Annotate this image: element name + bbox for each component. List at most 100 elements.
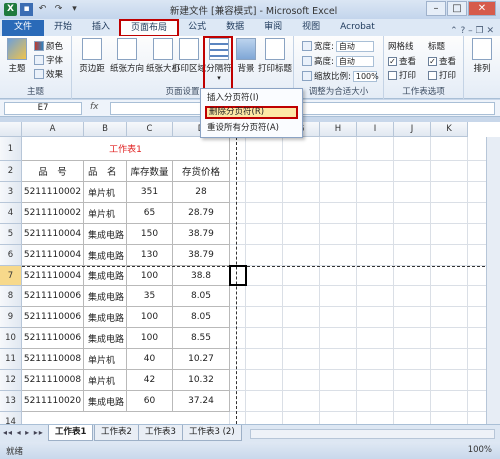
data-cell[interactable]: 5211110004 <box>22 245 84 266</box>
effects-button[interactable]: 效果 <box>34 68 63 80</box>
data-cell[interactable]: 28 <box>173 182 230 203</box>
row-header-2[interactable]: 2 <box>0 161 22 182</box>
data-cell[interactable]: 集成电路 <box>84 266 127 286</box>
spreadsheet-grid[interactable]: ABCDEFGHIJK1234567891011121314工作表1品 号品 名… <box>0 122 500 424</box>
data-cell[interactable]: 5211110002 <box>22 182 84 203</box>
data-cell[interactable]: 5211110008 <box>22 349 84 370</box>
data-cell[interactable]: 65 <box>127 203 173 224</box>
row-header-5[interactable]: 5 <box>0 224 22 245</box>
tab-view[interactable]: 视图 <box>292 20 330 36</box>
sheet-nav-buttons[interactable]: ◂◂ ◂ ▸ ▸▸ <box>3 428 44 437</box>
data-cell[interactable]: 单片机 <box>84 203 127 224</box>
data-cell[interactable]: 集成电路 <box>84 307 127 328</box>
column-header-c[interactable]: C <box>127 122 173 137</box>
data-cell[interactable]: 5211110006 <box>22 328 84 349</box>
data-cell[interactable]: 38.79 <box>173 245 230 266</box>
sheet-title-cell[interactable]: 工作表1 <box>22 137 230 161</box>
row-header-8[interactable]: 8 <box>0 286 22 307</box>
data-cell[interactable]: 集成电路 <box>84 391 127 412</box>
row-header-4[interactable]: 4 <box>0 203 22 224</box>
row-header-3[interactable]: 3 <box>0 182 22 203</box>
row-header-14[interactable]: 14 <box>0 412 22 424</box>
maximize-button[interactable]: □ <box>447 1 467 16</box>
fonts-button[interactable]: 字体 <box>34 54 63 66</box>
data-cell[interactable]: 150 <box>127 224 173 245</box>
data-cell[interactable]: 5211110008 <box>22 370 84 391</box>
height-field[interactable]: 高度: 自动 <box>302 55 374 67</box>
width-field[interactable]: 宽度: 自动 <box>302 40 374 52</box>
column-header-j[interactable]: J <box>394 122 431 137</box>
data-cell[interactable]: 5211110006 <box>22 286 84 307</box>
data-cell[interactable]: 8.55 <box>173 328 230 349</box>
ribbon-help-icons[interactable]: ⌃ ? – ❐ ✕ <box>450 26 500 36</box>
column-header-i[interactable]: I <box>357 122 394 137</box>
data-cell[interactable]: 集成电路 <box>84 245 127 266</box>
header-cell[interactable]: 品 名 <box>84 161 127 182</box>
data-cell[interactable]: 351 <box>127 182 173 203</box>
data-cell[interactable]: 单片机 <box>84 349 127 370</box>
tab-formulas[interactable]: 公式 <box>178 20 216 36</box>
headings-view-checkbox[interactable]: ✓ 查看 <box>428 55 456 67</box>
background-button[interactable]: 背景 <box>234 38 258 74</box>
undo-icon[interactable]: ↶ <box>36 3 49 16</box>
margins-button[interactable]: 页边距 <box>78 38 106 74</box>
data-cell[interactable]: 8.05 <box>173 307 230 328</box>
data-cell[interactable]: 5211110002 <box>22 203 84 224</box>
active-cell-e7[interactable] <box>229 265 247 286</box>
data-cell[interactable]: 38.79 <box>173 224 230 245</box>
print-area-button[interactable]: 打印区域 <box>172 38 206 74</box>
data-cell[interactable]: 5211110006 <box>22 307 84 328</box>
tab-page-layout[interactable]: 页面布局 <box>119 19 180 37</box>
data-cell[interactable]: 60 <box>127 391 173 412</box>
horizontal-scrollbar[interactable] <box>250 429 495 439</box>
row-header-11[interactable]: 11 <box>0 349 22 370</box>
column-header-h[interactable]: H <box>320 122 357 137</box>
header-cell[interactable]: 存货价格 <box>173 161 230 182</box>
column-header-a[interactable]: A <box>22 122 84 137</box>
colors-button[interactable]: 颜色 <box>34 40 63 52</box>
row-header-7[interactable]: 7 <box>0 266 22 286</box>
sheet-tab-1[interactable]: 工作表1 <box>48 425 94 441</box>
data-cell[interactable]: 37.24 <box>173 391 230 412</box>
tab-file[interactable]: 文件 <box>2 20 45 36</box>
data-cell[interactable]: 5211110004 <box>22 266 84 286</box>
data-cell[interactable]: 单片机 <box>84 182 127 203</box>
reset-all-page-breaks-item[interactable]: 重设所有分页符(A) <box>205 122 298 135</box>
headings-print-checkbox[interactable]: 打印 <box>428 69 456 81</box>
data-cell[interactable]: 100 <box>127 328 173 349</box>
row-header-12[interactable]: 12 <box>0 370 22 391</box>
sheet-tab-3[interactable]: 工作表3 <box>138 425 183 441</box>
header-cell[interactable]: 库存数量 <box>127 161 173 182</box>
data-cell[interactable]: 10.27 <box>173 349 230 370</box>
data-cell[interactable]: 单片机 <box>84 370 127 391</box>
data-cell[interactable]: 42 <box>127 370 173 391</box>
vertical-scrollbar[interactable] <box>486 137 500 424</box>
data-cell[interactable]: 集成电路 <box>84 224 127 245</box>
row-header-9[interactable]: 9 <box>0 307 22 328</box>
save-icon[interactable]: ▪ <box>20 3 33 16</box>
data-cell[interactable]: 集成电路 <box>84 286 127 307</box>
select-all-corner[interactable] <box>0 122 22 137</box>
insert-page-break-item[interactable]: 插入分页符(I) <box>205 92 298 105</box>
data-cell[interactable]: 100 <box>127 266 173 286</box>
row-header-1[interactable]: 1 <box>0 137 22 161</box>
tab-data[interactable]: 数据 <box>216 20 254 36</box>
data-cell[interactable]: 100 <box>127 307 173 328</box>
data-cell[interactable]: 8.05 <box>173 286 230 307</box>
gridlines-view-checkbox[interactable]: ✓ 查看 <box>388 55 416 67</box>
data-cell[interactable]: 5211110020 <box>22 391 84 412</box>
name-box[interactable]: E7 <box>4 102 82 115</box>
column-header-b[interactable]: B <box>84 122 127 137</box>
column-header-k[interactable]: K <box>431 122 468 137</box>
row-header-6[interactable]: 6 <box>0 245 22 266</box>
tab-home[interactable]: 开始 <box>44 20 82 36</box>
header-cell[interactable]: 品 号 <box>22 161 84 182</box>
data-cell[interactable]: 130 <box>127 245 173 266</box>
themes-button[interactable]: 主题 <box>4 38 30 74</box>
redo-icon[interactable]: ↷ <box>52 3 65 16</box>
row-header-10[interactable]: 10 <box>0 328 22 349</box>
tab-acrobat[interactable]: Acrobat <box>330 20 385 36</box>
print-titles-button[interactable]: 打印标题 <box>258 38 292 74</box>
data-cell[interactable]: 40 <box>127 349 173 370</box>
qat-dropdown-icon[interactable]: ▾ <box>68 3 81 16</box>
